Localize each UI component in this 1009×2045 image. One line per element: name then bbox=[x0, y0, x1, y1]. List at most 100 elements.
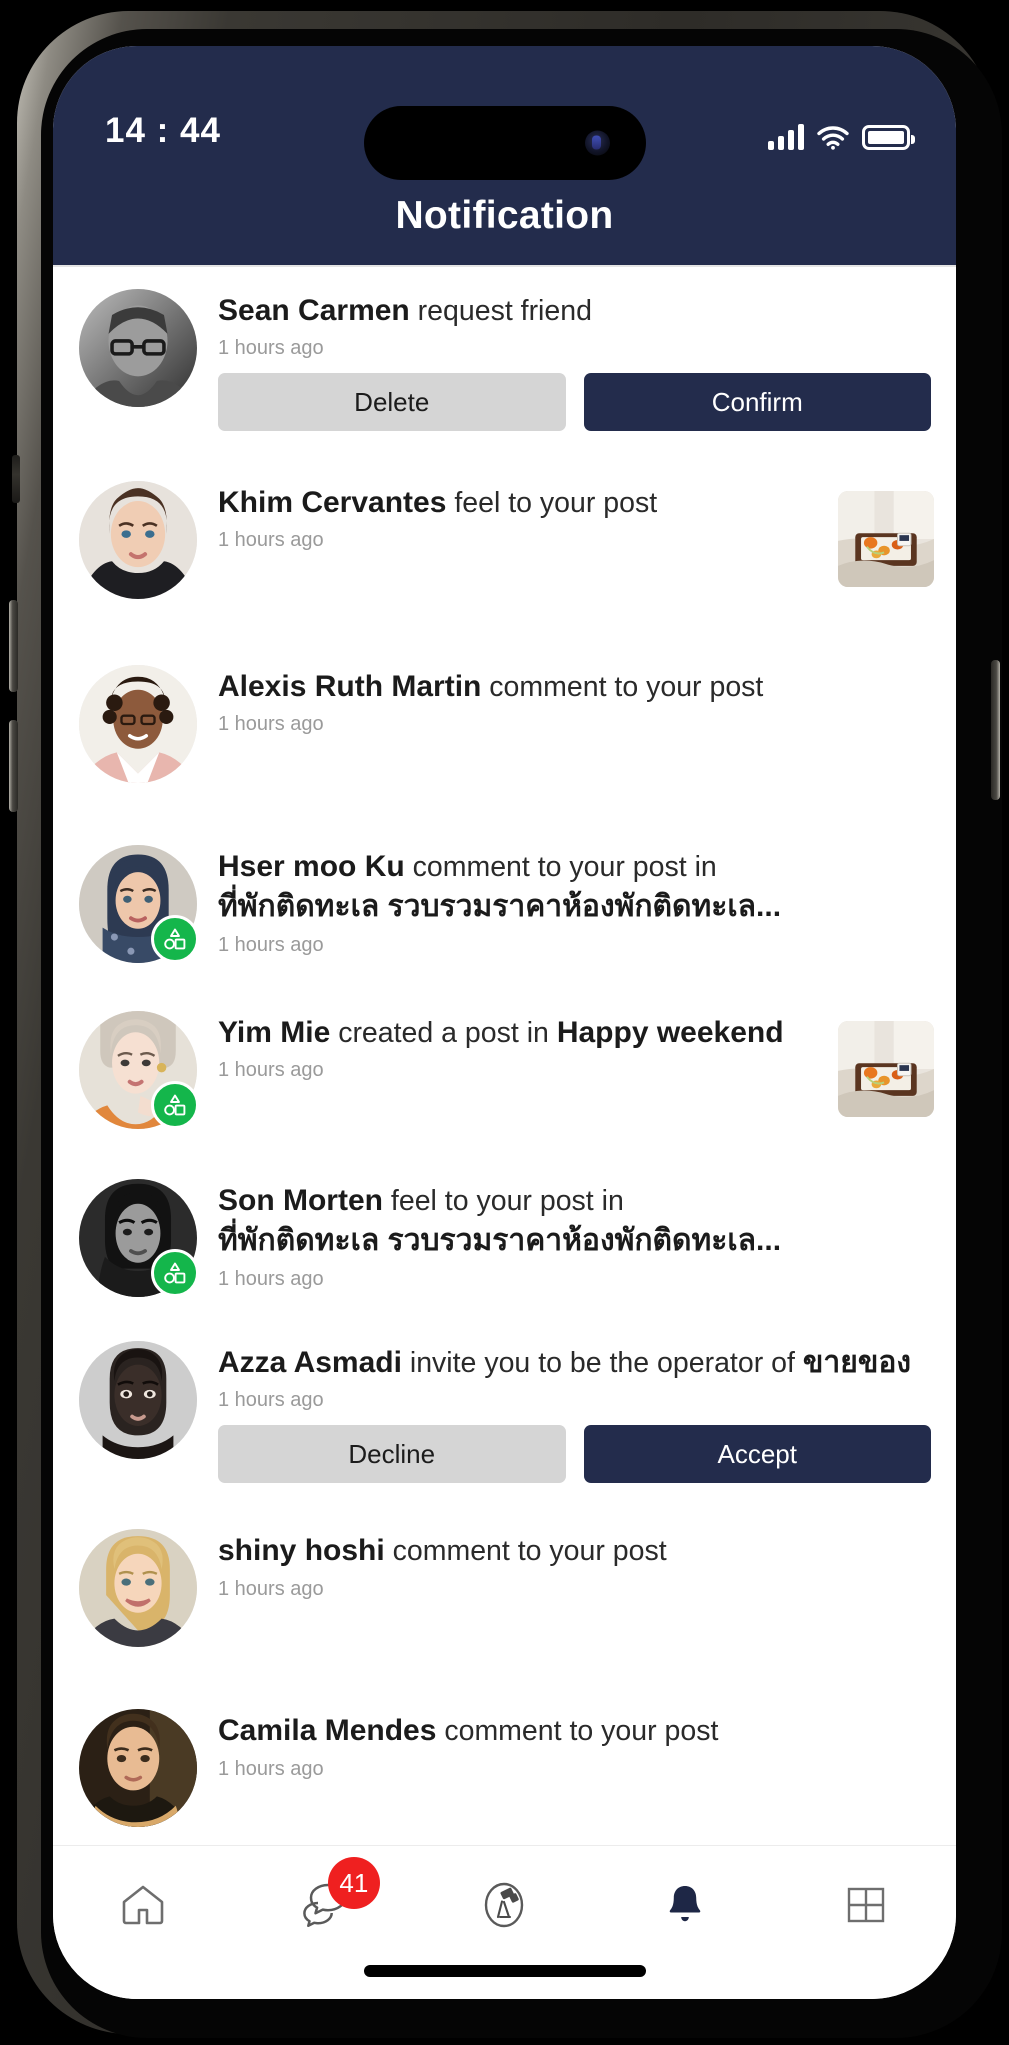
notification-text: Alexis Ruth Martin comment to your post bbox=[218, 667, 934, 707]
home-indicator[interactable] bbox=[363, 1965, 646, 1977]
group-badge-icon bbox=[151, 1249, 199, 1298]
avatar[interactable] bbox=[79, 665, 197, 784]
avatar-wrapper[interactable] bbox=[79, 1341, 197, 1460]
nav-item-discover[interactable] bbox=[414, 1870, 595, 1940]
notification-text: Camila Mendes comment to your post bbox=[218, 1711, 934, 1751]
notification-body: shiny hoshi comment to your post 1 hours … bbox=[197, 1517, 934, 1647]
notification-timestamp: 1 hours ago bbox=[218, 713, 324, 736]
notification-text: Azza Asmadi invite you to be the operato… bbox=[218, 1343, 934, 1383]
notification-text: Sean Carmen request friend bbox=[218, 291, 934, 331]
notification-text: Khim Cervantes feel to your post bbox=[218, 483, 828, 523]
notification-body: Hser moo Ku comment to your post in ที่พั… bbox=[197, 833, 934, 963]
notification-timestamp: 1 hours ago bbox=[218, 1267, 324, 1290]
secondary-action-button[interactable]: Delete bbox=[218, 373, 566, 432]
primary-action-button[interactable]: Accept bbox=[583, 1425, 931, 1484]
notification-body: Sean Carmen request friend 1 hours ago Del… bbox=[197, 277, 934, 432]
notification-timestamp: 1 hours ago bbox=[218, 529, 324, 552]
notification-user-name[interactable]: shiny hoshi bbox=[218, 1534, 385, 1567]
notification-list[interactable]: Sean Carmen request friend 1 hours ago Del… bbox=[53, 267, 956, 1847]
notification-action-text: comment to your post bbox=[392, 1535, 667, 1568]
notification-action-text: invite you to be the operator of bbox=[409, 1347, 795, 1380]
power-button[interactable] bbox=[991, 660, 1000, 800]
notification-row[interactable]: shiny hoshi comment to your post 1 hours … bbox=[53, 1493, 956, 1675]
notification-row[interactable]: Hser moo Ku comment to your post in ที่พั… bbox=[53, 813, 956, 983]
notification-group-name-thai[interactable]: ที่พักติดทะเล รวบรวมราคาห้องพักติดทะเล..… bbox=[218, 1221, 934, 1261]
avatar[interactable] bbox=[79, 481, 197, 600]
avatar-wrapper[interactable] bbox=[79, 289, 197, 407]
group-badge-icon bbox=[151, 1081, 199, 1130]
notification-timestamp: 1 hours ago bbox=[218, 1389, 324, 1412]
notification-text: shiny hoshi comment to your post bbox=[218, 1531, 934, 1571]
avatar-wrapper[interactable] bbox=[79, 1179, 199, 1298]
home-icon bbox=[122, 1885, 164, 1925]
volume-down-button[interactable] bbox=[9, 720, 18, 812]
notification-action-text: comment to your post bbox=[444, 1715, 719, 1748]
notification-row[interactable]: Khim Cervantes feel to your post 1 hours … bbox=[53, 447, 956, 627]
notification-body: Azza Asmadi invite you to be the operato… bbox=[197, 1329, 934, 1484]
notification-body: Son Morten feel to your post in ที่พักติด… bbox=[197, 1167, 934, 1297]
avatar-wrapper[interactable] bbox=[79, 1011, 199, 1130]
app-header: 14 : 44 Notification bbox=[53, 46, 956, 265]
nav-item-notifications[interactable] bbox=[595, 1870, 776, 1940]
notification-action-text: comment to your post bbox=[489, 671, 764, 704]
notification-text: Hser moo Ku comment to your post in ที่พั… bbox=[218, 847, 934, 927]
notification-group-name-thai[interactable]: ที่พักติดทะเล รวบรวมราคาห้องพักติดทะเล..… bbox=[218, 887, 934, 927]
volume-up-button[interactable] bbox=[9, 600, 18, 692]
status-bar-time: 14 : 44 bbox=[105, 111, 221, 150]
avatar[interactable] bbox=[79, 1709, 197, 1828]
notification-row[interactable]: Azza Asmadi invite you to be the operato… bbox=[53, 1315, 956, 1493]
nav-item-chat[interactable]: 41 bbox=[234, 1857, 415, 1940]
avatar[interactable] bbox=[79, 1529, 197, 1648]
avatar-wrapper[interactable] bbox=[79, 1529, 197, 1648]
notification-action-text: comment to your post in bbox=[412, 851, 717, 884]
notification-body: Khim Cervantes feel to your post 1 hours … bbox=[197, 469, 828, 599]
notification-timestamp: 1 hours ago bbox=[218, 337, 324, 360]
dynamic-island bbox=[363, 106, 646, 180]
battery-icon bbox=[862, 125, 915, 150]
notification-row[interactable]: Camila Mendes comment to your post 1 hour… bbox=[53, 1675, 956, 1847]
notification-body: Camila Mendes comment to your post 1 hour… bbox=[197, 1697, 934, 1827]
front-camera-icon bbox=[584, 130, 610, 156]
notification-user-name[interactable]: Yim Mie bbox=[218, 1016, 330, 1049]
group-badge-icon bbox=[151, 915, 199, 964]
notification-user-name[interactable]: Alexis Ruth Martin bbox=[218, 670, 481, 703]
notification-user-name[interactable]: Son Morten bbox=[218, 1184, 383, 1217]
notification-timestamp: 1 hours ago bbox=[218, 933, 324, 956]
notification-group-name-thai[interactable]: ขายของ bbox=[803, 1346, 911, 1379]
notification-user-name[interactable]: Hser moo Ku bbox=[218, 850, 405, 883]
nav-item-menu[interactable] bbox=[775, 1870, 956, 1940]
chat-unread-badge: 41 bbox=[327, 1857, 380, 1909]
avatar-wrapper[interactable] bbox=[79, 665, 197, 784]
notification-timestamp: 1 hours ago bbox=[218, 1757, 324, 1780]
secondary-action-button[interactable]: Decline bbox=[218, 1425, 566, 1484]
notification-row[interactable]: Son Morten feel to your post in ที่พักติด… bbox=[53, 1151, 956, 1315]
notification-user-name[interactable]: Sean Carmen bbox=[218, 294, 410, 327]
nav-item-home[interactable] bbox=[53, 1870, 234, 1940]
notification-user-name[interactable]: Azza Asmadi bbox=[218, 1346, 402, 1379]
notification-user-name[interactable]: Khim Cervantes bbox=[218, 486, 446, 519]
silent-switch-button[interactable] bbox=[12, 455, 20, 503]
notification-timestamp: 1 hours ago bbox=[218, 1577, 324, 1600]
notification-action-text: request friend bbox=[417, 295, 592, 327]
notification-action-text: feel to your post bbox=[454, 487, 658, 520]
notification-body: Yim Mie created a post in Happy weekend 1… bbox=[197, 999, 828, 1129]
bell-icon bbox=[669, 1886, 701, 1922]
avatar-wrapper[interactable] bbox=[79, 481, 197, 600]
post-thumbnail[interactable] bbox=[838, 491, 934, 588]
primary-action-button[interactable]: Confirm bbox=[583, 373, 931, 432]
notification-actions: Decline Accept bbox=[218, 1425, 934, 1484]
notification-row[interactable]: Yim Mie created a post in Happy weekend 1… bbox=[53, 983, 956, 1151]
post-thumbnail[interactable] bbox=[838, 1021, 934, 1118]
wifi-icon bbox=[817, 126, 849, 150]
notification-row[interactable]: Sean Carmen request friend 1 hours ago Del… bbox=[53, 267, 956, 447]
notification-row[interactable]: Alexis Ruth Martin comment to your post 1… bbox=[53, 627, 956, 813]
avatar[interactable] bbox=[79, 289, 197, 407]
notification-group-name[interactable]: Happy weekend bbox=[557, 1016, 784, 1049]
avatar[interactable] bbox=[79, 1341, 197, 1460]
notification-user-name[interactable]: Camila Mendes bbox=[218, 1714, 436, 1747]
avatar-wrapper[interactable] bbox=[79, 845, 199, 964]
notification-body: Alexis Ruth Martin comment to your post 1… bbox=[197, 653, 934, 783]
avatar-wrapper[interactable] bbox=[79, 1709, 197, 1828]
grid-menu-icon bbox=[847, 1887, 884, 1923]
phone-screen: 14 : 44 Notification Sean Carmen request… bbox=[53, 46, 956, 1999]
